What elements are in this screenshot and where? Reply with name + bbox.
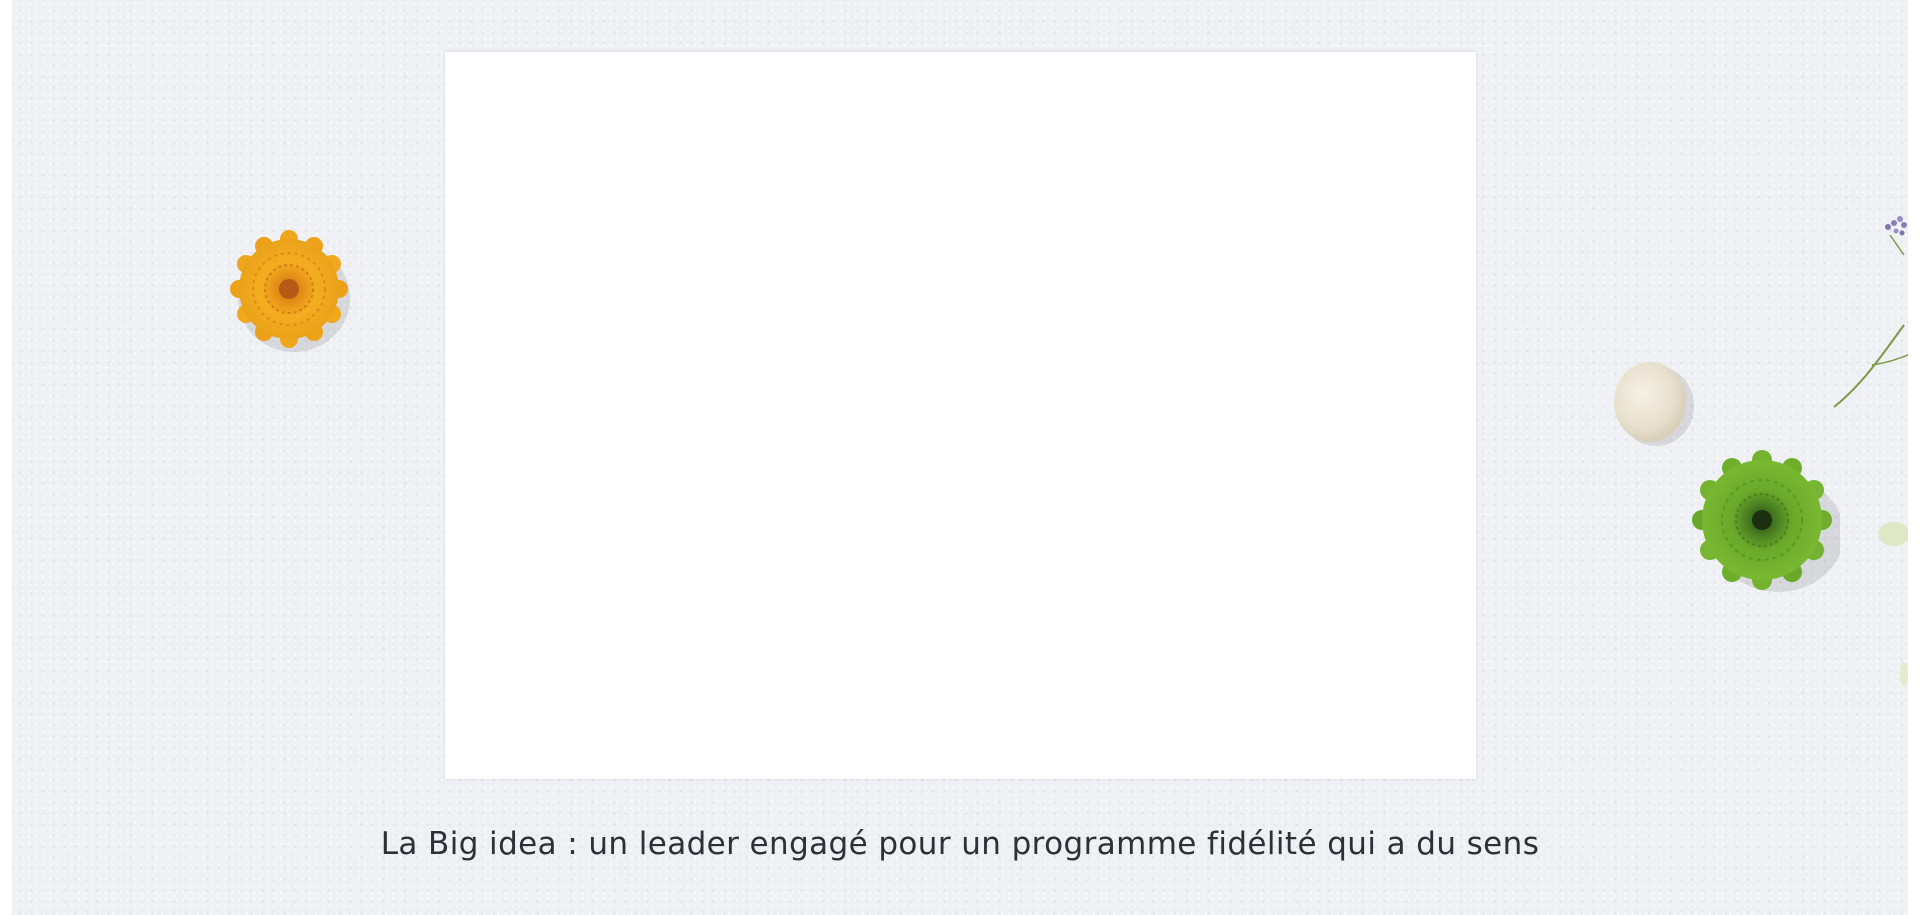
marigold-flower-icon xyxy=(230,230,350,352)
green-chrysanthemum-icon xyxy=(1692,450,1840,592)
leaf-icon xyxy=(1878,522,1908,686)
slide-background: La Big idea : un leader engagé pour un p… xyxy=(12,0,1908,915)
media-frame xyxy=(445,52,1476,779)
lavender-sprig-icon xyxy=(1833,216,1908,408)
cream-pebble-icon xyxy=(1614,362,1694,446)
slide-caption: La Big idea : un leader engagé pour un p… xyxy=(380,826,1540,862)
